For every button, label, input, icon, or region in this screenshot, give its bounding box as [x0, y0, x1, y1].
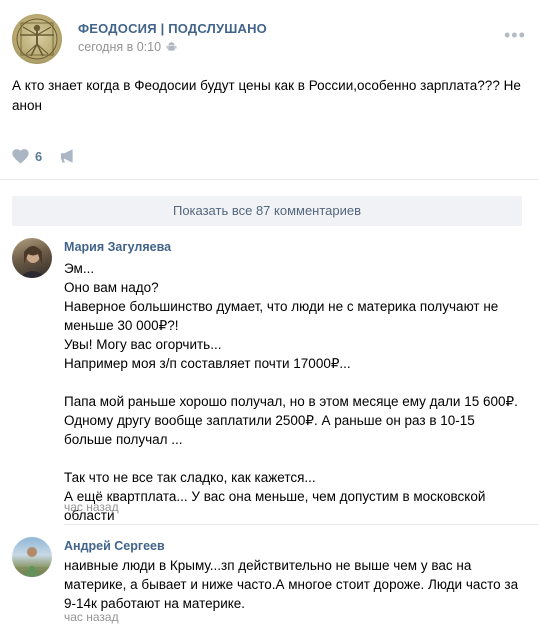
comment-author[interactable]: Мария Загуляева	[64, 240, 171, 254]
comment-line: А ещё квартплата... У вас она меньше, че…	[64, 489, 486, 523]
post-divider	[0, 179, 538, 180]
comment-line: Наверное большинство думает, что люди не…	[64, 299, 499, 333]
comment-line: Увы! Могу вас огорчить...	[64, 337, 222, 352]
commenter-avatar[interactable]	[12, 537, 52, 577]
group-name-link[interactable]: ФЕОДОСИЯ | ПОДСЛУШАНО	[78, 21, 267, 36]
comment-timestamp[interactable]: час назад	[64, 610, 119, 624]
vitruvian-man-icon	[16, 18, 58, 60]
like-button[interactable]: 6	[12, 148, 42, 164]
more-options-icon[interactable]: •••	[504, 25, 526, 46]
show-all-comments-button[interactable]: Показать все 87 комментариев	[12, 196, 522, 226]
comment-line: наивные люди в Крыму...зп действительно …	[64, 558, 519, 611]
wall-post: ФЕОДОСИЯ | ПОДСЛУШАНО сегодня в 0:10 •••…	[0, 0, 538, 626]
comment-line	[64, 449, 526, 468]
comment-line: Так что не все так сладко, как кажется..…	[64, 470, 316, 485]
avatar-photo	[20, 246, 46, 278]
comment-line	[64, 373, 526, 392]
comment-timestamp[interactable]: час назад	[64, 500, 119, 514]
commenter-avatar[interactable]	[12, 238, 52, 278]
comment-line: Оно вам надо?	[64, 280, 159, 295]
comment-author[interactable]: Андрей Сергеев	[64, 539, 165, 553]
comment-text: Эм... Оно вам надо? Наверное большинство…	[64, 259, 526, 525]
comment-line: Папа мой раньше хорошо получал, но в это…	[64, 394, 518, 447]
android-icon	[166, 42, 177, 51]
post-text: А кто знает когда в Феодосии будут цены …	[12, 78, 521, 113]
like-count: 6	[35, 148, 43, 164]
comment-text: наивные люди в Крыму...зп действительно …	[64, 556, 526, 613]
comment-line: Например моя з/п составляет почти 17000₽…	[64, 356, 351, 371]
post-timestamp[interactable]: сегодня в 0:10	[78, 40, 161, 54]
comment-divider	[64, 524, 538, 525]
comment-line: Эм...	[64, 261, 95, 276]
share-megaphone-icon[interactable]	[60, 148, 78, 164]
avatar-photo	[12, 547, 52, 577]
heart-icon	[12, 148, 29, 164]
group-avatar[interactable]	[12, 14, 62, 64]
